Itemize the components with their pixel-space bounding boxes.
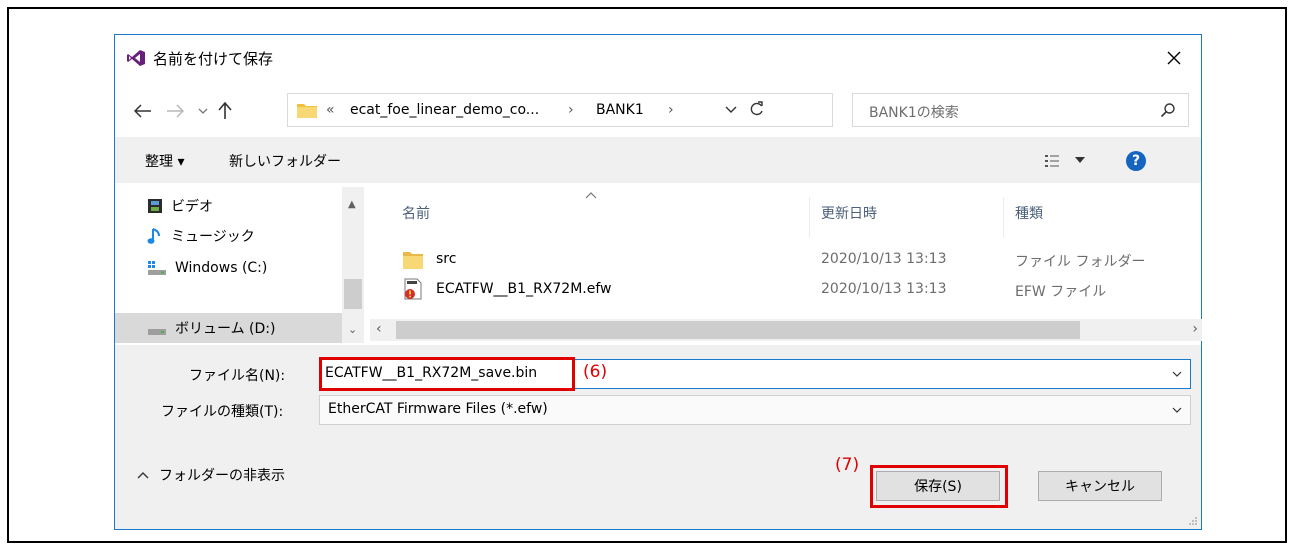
file-name: ECATFW__B1_RX72M.efw	[436, 281, 612, 297]
file-type: EFW ファイル	[1015, 284, 1107, 300]
navigation-scrollbar[interactable]: ▲ ⌄	[342, 187, 364, 343]
cancel-button[interactable]: キャンセル	[1038, 471, 1162, 501]
sidebar-item-videos[interactable]: ビデオ	[147, 191, 213, 221]
command-bar: 整理 ▾ 新しいフォルダー ?	[115, 137, 1201, 183]
drive-icon	[148, 261, 166, 275]
cancel-button-label: キャンセル	[1065, 479, 1135, 495]
arrow-up-icon	[218, 102, 232, 119]
file-date: 2020/10/13 13:13	[821, 251, 947, 267]
chevron-down-icon[interactable]	[1172, 407, 1182, 413]
visual-studio-icon	[127, 50, 145, 66]
folder-icon	[403, 252, 423, 269]
file-name: src	[436, 251, 457, 267]
chevron-down-icon[interactable]	[1075, 157, 1085, 163]
sidebar-item-music[interactable]: ミュージック	[147, 221, 255, 251]
sidebar-item-label: ボリューム (D:)	[175, 321, 276, 337]
file-date: 2020/10/13 13:13	[821, 281, 947, 297]
sidebar-item-label: Windows (C:)	[175, 260, 268, 276]
breadcrumb-separator[interactable]: ›	[668, 102, 674, 118]
resize-grip-icon[interactable]	[1188, 516, 1198, 526]
scroll-up-icon[interactable]: ▲	[348, 199, 356, 210]
up-button[interactable]	[215, 101, 235, 121]
scroll-right-icon[interactable]: ›	[1192, 321, 1198, 337]
hide-folders-toggle[interactable]: フォルダーの非表示	[137, 465, 285, 485]
filetype-select[interactable]: EtherCAT Firmware Files (*.efw)	[319, 395, 1191, 425]
efw-file-icon	[404, 278, 422, 300]
music-icon	[147, 228, 160, 244]
close-icon	[1167, 51, 1181, 65]
address-dropdown-icon[interactable]	[723, 101, 739, 117]
search-icon	[1160, 103, 1175, 118]
help-icon[interactable]: ?	[1126, 151, 1146, 171]
organize-button[interactable]: 整理 ▾	[145, 151, 184, 171]
file-type: ファイル フォルダー	[1015, 254, 1146, 270]
scrollbar-thumb[interactable]	[396, 321, 1080, 339]
column-header-name[interactable]: 名前	[402, 203, 430, 223]
breadcrumb-segment[interactable]: ecat_foe_linear_demo_co...	[350, 102, 539, 118]
sidebar-item-label: ビデオ	[171, 199, 213, 215]
highlight-box	[870, 465, 1008, 508]
save-options-panel: ファイル名(N): ECATFW__B1_RX72M_save.bin (6) …	[115, 345, 1201, 529]
highlight-box	[319, 357, 575, 391]
new-folder-button[interactable]: 新しいフォルダー	[229, 151, 341, 171]
view-options-icon[interactable]	[1044, 153, 1060, 169]
dialog-title: 名前を付けて保存	[153, 50, 274, 68]
recent-locations-button[interactable]	[193, 101, 213, 121]
file-list-scrollbar[interactable]: ‹ ›	[370, 319, 1202, 341]
arrow-left-icon	[134, 104, 151, 118]
close-button[interactable]	[1159, 43, 1189, 73]
annotation-label: (7)	[835, 455, 860, 475]
scroll-left-icon[interactable]: ‹	[376, 321, 382, 337]
drive-icon	[148, 329, 166, 335]
video-icon	[148, 199, 162, 213]
file-row[interactable]: src 2020/10/13 13:13 ファイル フォルダー	[400, 245, 1190, 275]
back-button[interactable]	[133, 101, 153, 121]
sidebar-item-label: ミュージック	[171, 229, 255, 245]
column-header-date[interactable]: 更新日時	[821, 203, 877, 223]
annotation-label: (6)	[583, 362, 608, 382]
sort-ascending-icon	[585, 192, 597, 199]
refresh-button[interactable]	[747, 99, 767, 119]
filename-label: ファイル名(N):	[189, 368, 286, 384]
breadcrumb-segment[interactable]: BANK1	[596, 102, 644, 118]
refresh-icon	[750, 101, 763, 116]
chevron-down-icon	[198, 108, 208, 114]
column-header-type[interactable]: 種類	[1015, 203, 1043, 223]
breadcrumb-separator[interactable]: ›	[568, 102, 574, 118]
search-placeholder: BANK1の検索	[869, 105, 959, 121]
sidebar-item-windows-c[interactable]: Windows (C:)	[147, 253, 267, 283]
chevron-down-icon[interactable]	[1172, 371, 1182, 377]
hide-folders-label: フォルダーの非表示	[159, 468, 285, 484]
save-as-dialog: 名前を付けて保存 « ecat_foe_linear_demo_co... › …	[114, 34, 1202, 530]
folder-icon	[297, 104, 317, 118]
search-input[interactable]: BANK1の検索	[852, 93, 1189, 127]
scroll-down-icon[interactable]: ⌄	[348, 323, 357, 336]
arrow-right-icon	[167, 104, 184, 118]
sidebar-item-volume-d[interactable]: ボリューム (D:)	[115, 313, 342, 343]
breadcrumb-overflow[interactable]: «	[326, 102, 335, 118]
filetype-value: EtherCAT Firmware Files (*.efw)	[328, 401, 548, 417]
filetype-label: ファイルの種類(T):	[161, 404, 284, 420]
file-row[interactable]: ECATFW__B1_RX72M.efw 2020/10/13 13:13 EF…	[400, 275, 1190, 305]
scrollbar-thumb[interactable]	[344, 279, 362, 309]
column-divider[interactable]	[1003, 197, 1004, 237]
forward-button[interactable]	[165, 101, 185, 121]
chevron-up-icon	[137, 472, 149, 479]
column-divider[interactable]	[809, 197, 810, 237]
